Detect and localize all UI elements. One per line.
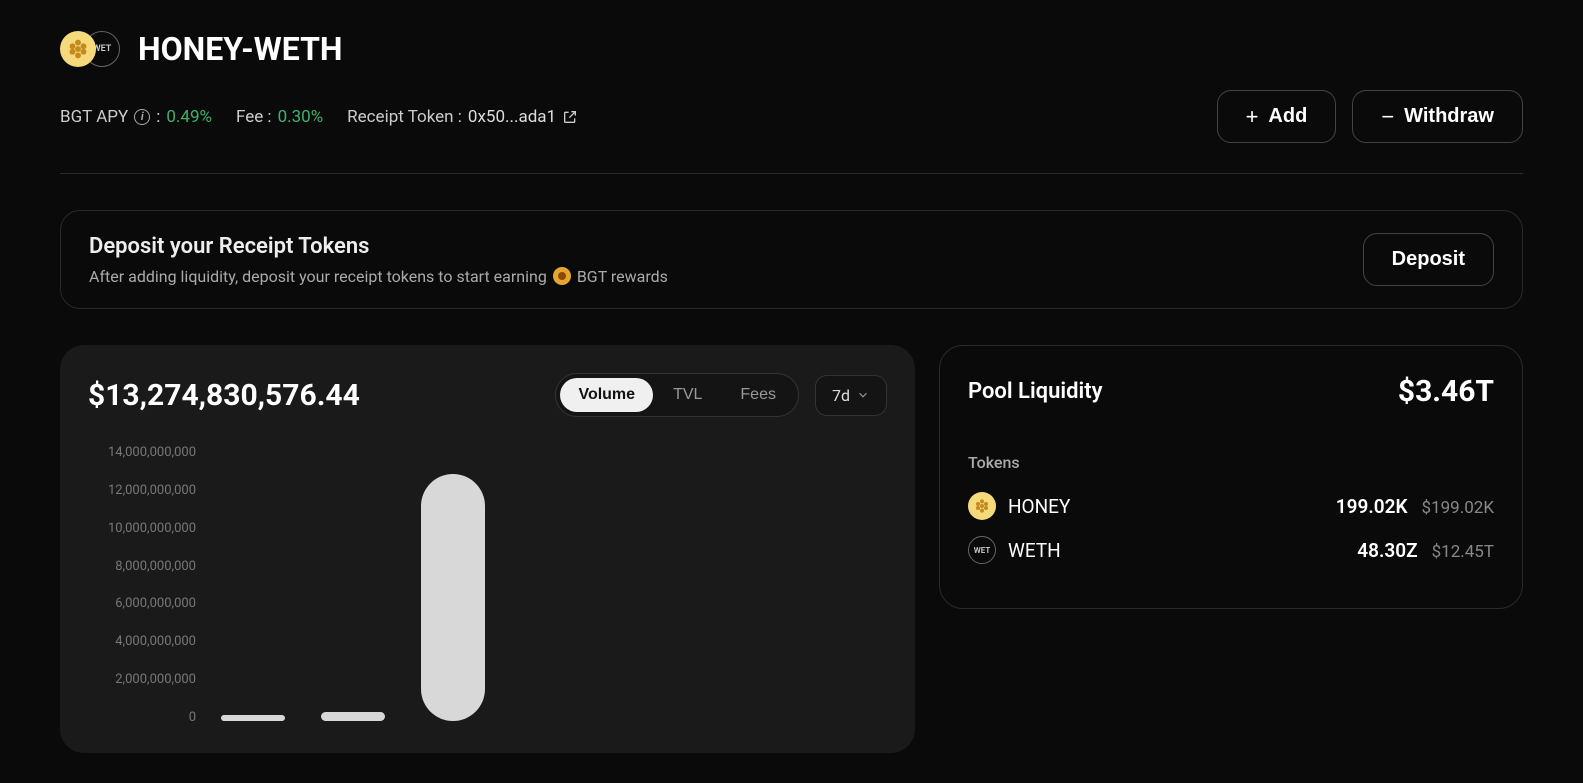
- token-usd: $199.02K: [1422, 498, 1494, 518]
- tab-volume[interactable]: Volume: [560, 378, 653, 412]
- bgt-icon: [553, 267, 571, 285]
- apy-stat: BGT APY i : 0.49%: [60, 107, 212, 127]
- token-pair-icons: WET: [60, 31, 120, 67]
- deposit-text: Deposit your Receipt Tokens After adding…: [89, 234, 668, 286]
- tokens-section-label: Tokens: [968, 453, 1494, 472]
- tab-fees[interactable]: Fees: [722, 378, 794, 412]
- token-usd: $12.45T: [1432, 542, 1494, 562]
- honeycomb-icon: [67, 38, 89, 60]
- liquidity-title: Pool Liquidity: [968, 379, 1103, 404]
- deposit-description: After adding liquidity, deposit your rec…: [89, 267, 668, 286]
- withdraw-button-label: Withdraw: [1404, 105, 1494, 128]
- metric-tabs: Volume TVL Fees: [555, 373, 799, 417]
- token-amount: 199.02K: [1336, 495, 1408, 518]
- liquidity-value: $3.46T: [1398, 374, 1494, 409]
- apy-label: BGT APY: [60, 107, 128, 127]
- honey-token-icon: [60, 31, 96, 67]
- y-tick: 2,000,000,000: [88, 672, 196, 687]
- chevron-down-icon: [856, 388, 870, 402]
- tab-tvl[interactable]: TVL: [655, 378, 720, 412]
- y-tick: 14,000,000,000: [88, 445, 196, 460]
- y-tick: 8,000,000,000: [88, 559, 196, 574]
- deposit-title: Deposit your Receipt Tokens: [89, 234, 668, 259]
- receipt-token-link[interactable]: Receipt Token : 0x50...ada1: [347, 107, 578, 127]
- range-select[interactable]: 7d: [815, 375, 887, 416]
- info-icon[interactable]: i: [134, 109, 150, 125]
- chart-card: $13,274,830,576.44 Volume TVL Fees 7d 14…: [60, 345, 915, 753]
- apy-value: 0.49%: [166, 107, 212, 127]
- chart-controls: Volume TVL Fees 7d: [555, 373, 887, 417]
- chart-total-value: $13,274,830,576.44: [88, 378, 360, 413]
- minus-icon: −: [1381, 106, 1394, 128]
- token-symbol: HONEY: [1008, 495, 1070, 518]
- plus-icon: +: [1246, 106, 1259, 128]
- chart-bar: [321, 712, 385, 721]
- receipt-label: Receipt Token :: [347, 107, 462, 127]
- token-amount: 48.30Z: [1357, 539, 1417, 562]
- y-tick: 10,000,000,000: [88, 521, 196, 536]
- honey-icon: [968, 492, 996, 520]
- divider: [60, 173, 1523, 174]
- pool-actions: + Add − Withdraw: [1217, 90, 1523, 143]
- chart-bar: [421, 474, 485, 721]
- token-row: WET WETH 48.30Z $12.45T: [968, 536, 1494, 564]
- deposit-banner: Deposit your Receipt Tokens After adding…: [60, 210, 1523, 309]
- token-symbol: WETH: [1008, 539, 1061, 562]
- y-tick: 4,000,000,000: [88, 634, 196, 649]
- pool-title: HONEY-WETH: [138, 30, 343, 68]
- liquidity-header: Pool Liquidity $3.46T: [968, 374, 1494, 409]
- withdraw-button[interactable]: − Withdraw: [1352, 90, 1523, 143]
- fee-stat: Fee : 0.30%: [236, 107, 323, 127]
- pool-stats: BGT APY i : 0.49% Fee : 0.30% Receipt To…: [60, 107, 578, 127]
- token-list: HONEY 199.02K $199.02K WET WETH 48.30Z $12.45T: [968, 492, 1494, 564]
- main-content: $13,274,830,576.44 Volume TVL Fees 7d 14…: [60, 345, 1523, 753]
- range-value: 7d: [832, 386, 850, 405]
- deposit-button[interactable]: Deposit: [1363, 233, 1494, 286]
- add-button-label: Add: [1268, 105, 1307, 128]
- y-tick: 6,000,000,000: [88, 596, 196, 611]
- chart-bar: [221, 715, 285, 721]
- y-tick: 0: [88, 710, 196, 725]
- y-tick: 12,000,000,000: [88, 483, 196, 498]
- weth-icon: WET: [968, 536, 996, 564]
- chart-y-axis: 14,000,000,000 12,000,000,000 10,000,000…: [88, 445, 208, 725]
- chart-plot: [208, 445, 887, 725]
- liquidity-card: Pool Liquidity $3.46T Tokens HONEY 199.02…: [939, 345, 1523, 609]
- pool-header: WET HONEY-WETH: [60, 30, 1523, 68]
- fee-label: Fee :: [236, 107, 272, 127]
- receipt-address: 0x50...ada1: [468, 107, 556, 127]
- fee-value: 0.30%: [278, 107, 324, 127]
- add-button[interactable]: + Add: [1217, 90, 1337, 143]
- token-row: HONEY 199.02K $199.02K: [968, 492, 1494, 520]
- chart-header: $13,274,830,576.44 Volume TVL Fees 7d: [88, 373, 887, 417]
- pool-info-row: BGT APY i : 0.49% Fee : 0.30% Receipt To…: [60, 90, 1523, 143]
- volume-chart: 14,000,000,000 12,000,000,000 10,000,000…: [88, 445, 887, 725]
- external-link-icon: [562, 109, 578, 125]
